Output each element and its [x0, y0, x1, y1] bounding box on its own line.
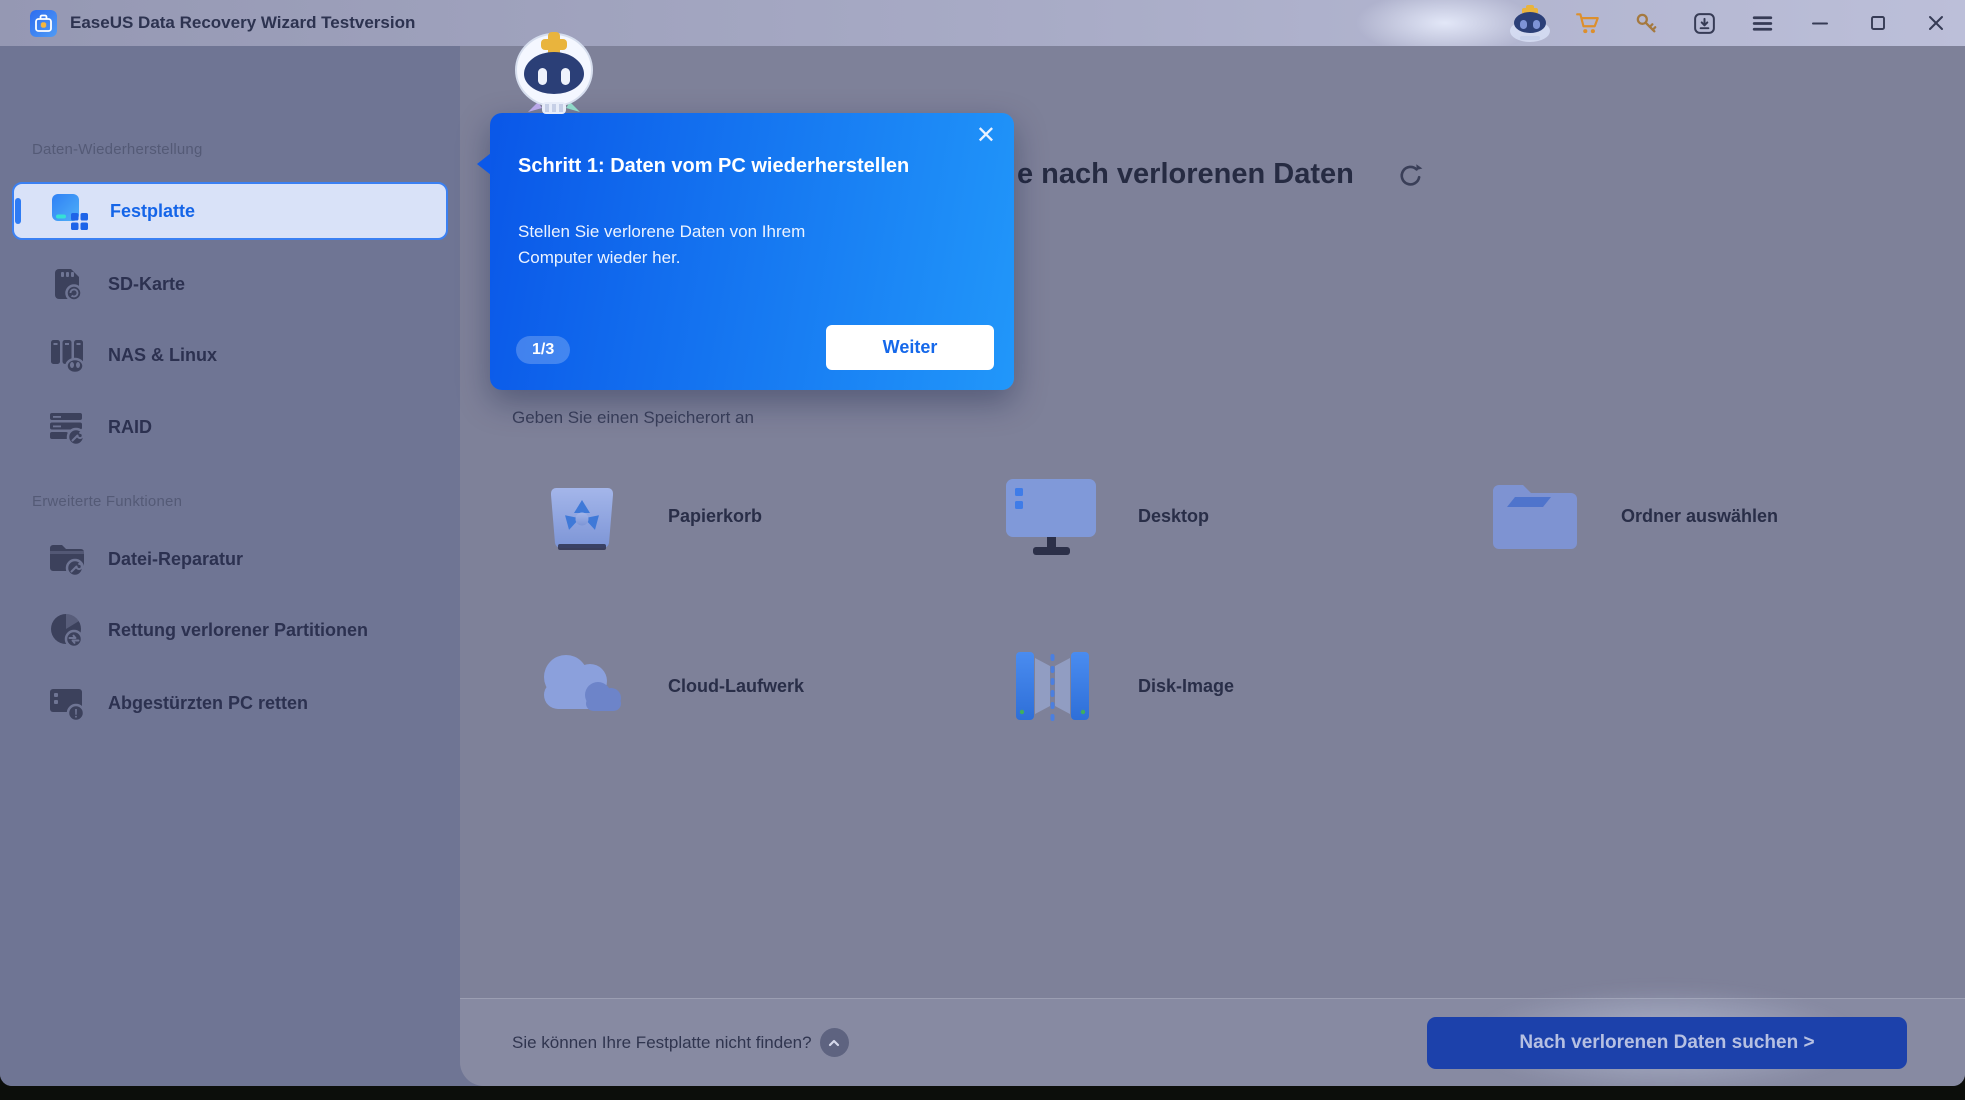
sidebar-item-datei-reparatur[interactable]: Datei-Reparatur	[12, 531, 448, 587]
maximize-button[interactable]	[1849, 0, 1907, 46]
partition-recovery-icon	[46, 609, 88, 651]
location-tile-cloud[interactable]: Cloud-Laufwerk	[532, 644, 804, 728]
nas-linux-icon	[46, 334, 88, 376]
download-icon[interactable]	[1675, 0, 1733, 46]
recycle-bin-icon	[540, 474, 624, 558]
disk-image-icon	[1009, 644, 1095, 728]
license-key-icon[interactable]	[1617, 0, 1675, 46]
raid-icon	[46, 406, 88, 448]
svg-text:!: !	[74, 707, 78, 721]
tour-popup: ✕ Schritt 1: Daten vom PC wiederherstell…	[490, 113, 1014, 390]
file-repair-icon	[46, 538, 88, 580]
location-tile-desktop[interactable]: Desktop	[1002, 474, 1209, 558]
menu-icon[interactable]	[1733, 0, 1791, 46]
sidebar-item-sd-karte[interactable]: SD-Karte	[12, 256, 448, 312]
titlebar-actions	[1501, 0, 1965, 46]
step-badge: 1/3	[516, 336, 570, 364]
refresh-icon[interactable]	[1396, 161, 1426, 191]
selection-indicator	[15, 198, 21, 224]
location-tile-ordner[interactable]: Ordner auswählen	[1485, 474, 1778, 558]
sidebar-item-label: Abgestürzten PC retten	[108, 693, 308, 714]
tour-body: Stellen Sie verlorene Daten von Ihrem Co…	[518, 219, 868, 272]
sidebar-item-label: Datei-Reparatur	[108, 549, 243, 570]
location-tile-disk-image[interactable]: Disk-Image	[1002, 644, 1234, 728]
scan-button[interactable]: Nach verlorenen Daten suchen >	[1427, 1017, 1907, 1069]
drive-not-found-link[interactable]: Sie können Ihre Festplatte nicht finden?	[512, 999, 849, 1086]
cloud-drive-icon	[532, 649, 632, 723]
location-label: Ordner auswählen	[1621, 506, 1778, 527]
page-title: e nach verlorenen Daten	[1017, 158, 1354, 191]
weiter-button[interactable]: Weiter	[826, 325, 994, 370]
location-label: Disk-Image	[1138, 676, 1234, 697]
sidebar-section-recovery: Daten-Wiederherstellung	[32, 141, 203, 158]
tour-title: Schritt 1: Daten vom PC wiederherstellen	[518, 155, 909, 178]
location-prompt: Geben Sie einen Speicherort an	[512, 408, 754, 428]
desktop-monitor-icon	[1002, 475, 1102, 557]
bottom-bar: Sie können Ihre Festplatte nicht finden?…	[460, 998, 1965, 1086]
location-label: Desktop	[1138, 506, 1209, 527]
help-text: Sie können Ihre Festplatte nicht finden?	[512, 1033, 812, 1053]
close-button[interactable]	[1907, 0, 1965, 46]
folder-select-icon	[1487, 477, 1583, 555]
close-icon[interactable]: ✕	[976, 121, 996, 150]
sidebar-section-advanced: Erweiterte Funktionen	[32, 493, 182, 510]
sidebar-item-label: NAS & Linux	[108, 345, 217, 366]
sidebar: Daten-Wiederherstellung Festplatte	[0, 46, 460, 1086]
sidebar-item-festplatte[interactable]: Festplatte	[12, 182, 448, 240]
sidebar-item-nas-linux[interactable]: NAS & Linux	[12, 327, 448, 383]
sidebar-item-abgestuerzter-pc[interactable]: ! Abgestürzten PC retten	[12, 675, 448, 731]
sd-card-icon	[46, 263, 88, 305]
minimize-button[interactable]	[1791, 0, 1849, 46]
location-label: Papierkorb	[668, 506, 762, 527]
sidebar-item-raid[interactable]: RAID	[12, 399, 448, 455]
sidebar-item-label: Rettung verlorener Partitionen	[108, 620, 368, 641]
crashed-pc-icon: !	[46, 682, 88, 724]
cart-icon[interactable]	[1559, 0, 1617, 46]
assistant-mascot-icon[interactable]	[1501, 0, 1559, 46]
sidebar-item-partition-rettung[interactable]: Rettung verlorener Partitionen	[12, 602, 448, 658]
sidebar-item-label: SD-Karte	[108, 274, 185, 295]
hard-drive-icon	[48, 190, 90, 232]
location-label: Cloud-Laufwerk	[668, 676, 804, 697]
location-tile-papierkorb[interactable]: Papierkorb	[532, 474, 762, 558]
app-logo-icon	[30, 10, 57, 37]
titlebar: EaseUS Data Recovery Wizard Testversion	[0, 0, 1965, 46]
sidebar-item-label: Festplatte	[110, 201, 195, 222]
sidebar-item-label: RAID	[108, 417, 152, 438]
app-title: EaseUS Data Recovery Wizard Testversion	[70, 13, 415, 33]
chevron-up-icon[interactable]	[820, 1028, 849, 1057]
